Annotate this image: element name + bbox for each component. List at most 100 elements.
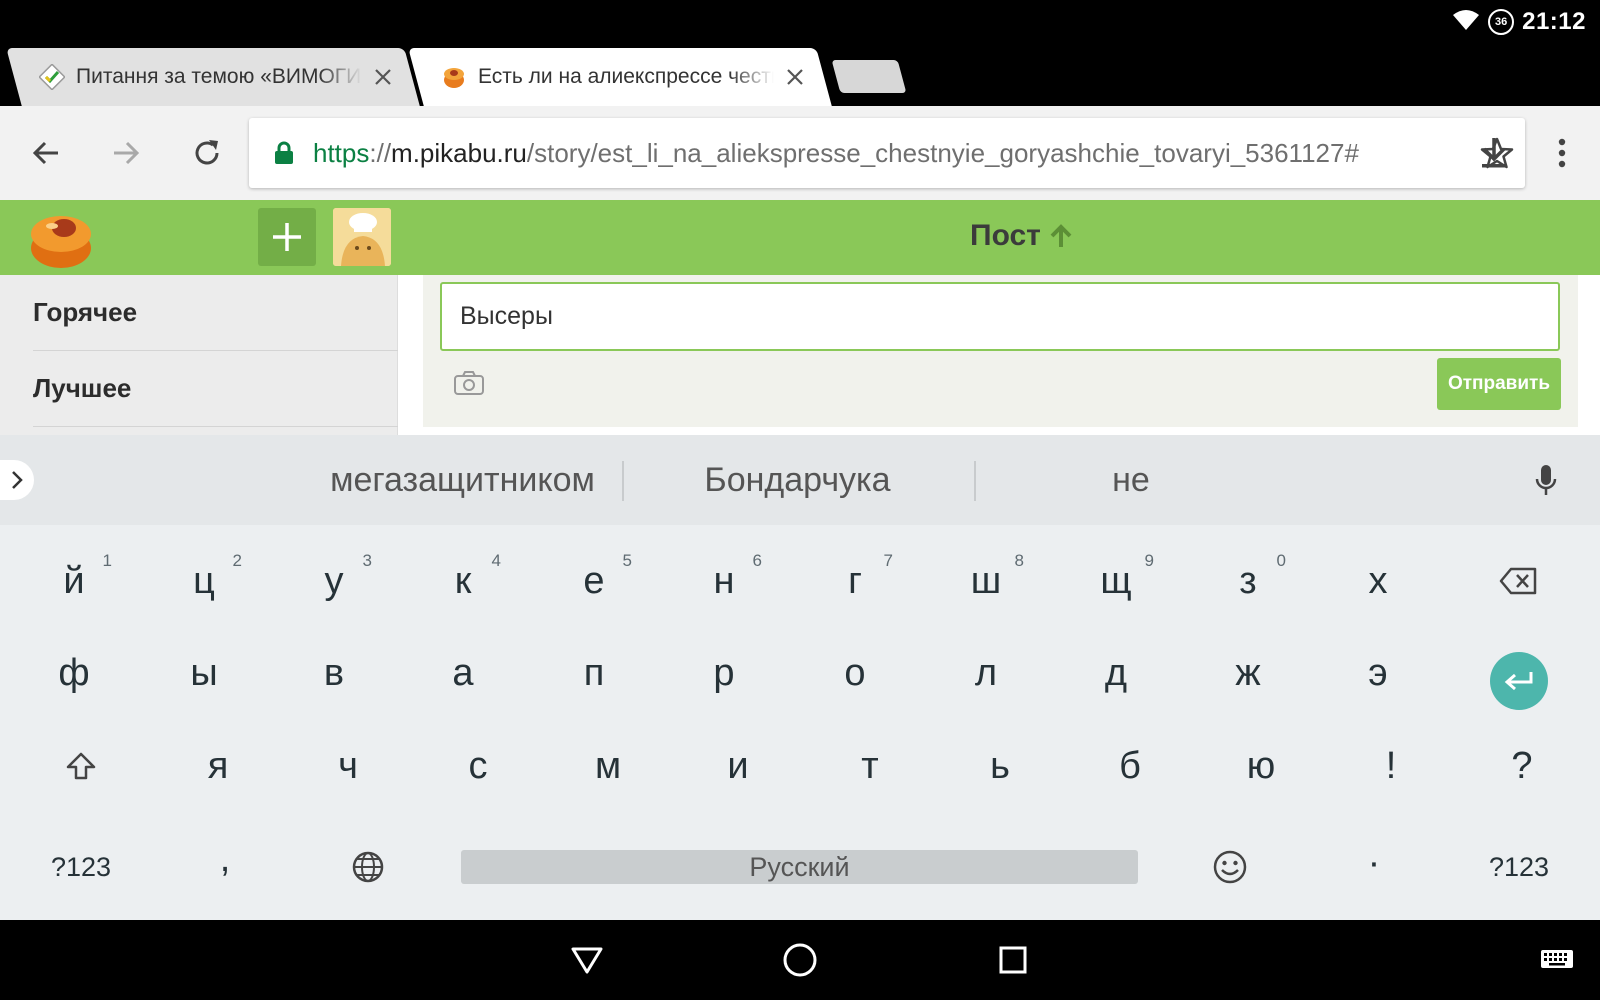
arrow-up-icon [1050,224,1072,247]
key-1[interactable]: й1 [10,535,138,627]
comment-form: Высеры Отправить [423,275,1578,427]
site-header: Пост [0,200,1600,275]
key-6[interactable]: н6 [660,535,788,627]
wifi-icon [1452,8,1480,37]
avatar[interactable] [333,208,391,266]
shift-icon[interactable] [17,720,145,812]
key-9[interactable]: щ9 [1052,535,1180,627]
more-menu-icon[interactable] [1537,128,1587,178]
key-label: х [1368,559,1388,602]
key-8[interactable]: ш8 [922,535,1050,627]
suggestion-divider [622,461,624,501]
add-post-button[interactable] [258,208,316,266]
key-row3-8[interactable]: б [1066,720,1194,812]
symbols-key[interactable]: ?123 [17,821,145,913]
key-row2-8[interactable]: л [922,627,1050,719]
data-saver-icon: 36 [1488,9,1515,35]
key-11[interactable]: х [1314,535,1442,627]
key-row2-11[interactable]: э [1314,627,1442,719]
key-row3-5[interactable]: и [674,720,802,812]
key-hint: 5 [622,551,632,570]
suggestion-2[interactable]: Бондарчука [640,435,955,525]
key-row2-5[interactable]: п [530,627,658,719]
key-hint: 7 [883,551,893,570]
key-label: н [713,559,735,602]
suggestion-3[interactable]: не [990,435,1272,525]
sidebar-item-best[interactable]: Лучшее [33,351,398,427]
page-title[interactable]: Пост [970,219,1073,253]
home-icon[interactable] [778,938,822,982]
key-5[interactable]: е5 [530,535,658,627]
recents-icon[interactable] [991,938,1035,982]
key-hint: 4 [491,551,501,570]
space-key[interactable]: Русский [461,850,1138,884]
tab-inactive[interactable]: Питання за темою «ВИМОГИ [6,48,420,106]
key-row2-9[interactable]: д [1052,627,1180,719]
android-screen: 36 21:12 Питання за темою «ВИМОГИ Есть л… [0,0,1600,1000]
key-row3-3[interactable]: с [414,720,542,812]
back-button[interactable] [21,128,71,178]
globe-icon[interactable] [304,821,432,913]
address-bar[interactable]: https://m.pikabu.ru/story/est_li_na_alie… [249,118,1525,188]
soft-keyboard: мегазащитником Бондарчука не й1ц2у3к4е5н… [0,435,1600,920]
key-label: ц [193,559,215,602]
browser-toolbar: https://m.pikabu.ru/story/est_li_na_alie… [0,106,1600,200]
key-row3-11[interactable]: ? [1458,720,1586,812]
key-row3-10[interactable]: ! [1327,720,1455,812]
enter-button[interactable] [1455,635,1583,727]
key-row3-7[interactable]: ь [936,720,1064,812]
suggestion-divider [974,461,976,501]
lock-icon [269,138,299,168]
key-3[interactable]: у3 [270,535,398,627]
comma-key[interactable]: , [161,813,289,905]
clock: 21:12 [1522,8,1586,35]
reload-button[interactable] [182,128,232,178]
key-2[interactable]: ц2 [140,535,268,627]
symbols-key-right[interactable]: ?123 [1455,821,1583,913]
page-content: Горячее Лучшее Высеры Отправить [0,275,1600,435]
close-icon[interactable] [780,62,810,92]
back-triangle-icon[interactable] [565,938,609,982]
chevron-right-icon[interactable] [0,460,34,500]
pikabu-logo[interactable] [28,206,96,270]
emoji-icon[interactable] [1166,821,1294,913]
new-tab-button[interactable] [831,60,907,93]
key-label: ш [970,559,1002,602]
key-7[interactable]: г7 [791,535,919,627]
key-label: з [1239,559,1257,602]
key-row2-10[interactable]: ж [1184,627,1312,719]
tab-title: Питання за темою «ВИМОГИ [76,65,362,88]
key-row3-1[interactable]: я [154,720,282,812]
tab-active[interactable]: Есть ли на алиекспрессе честные [408,48,832,106]
key-row3-6[interactable]: т [806,720,934,812]
key-label: г [848,559,862,602]
key-label: к [454,559,472,602]
send-button[interactable]: Отправить [1437,358,1561,410]
key-row2-1[interactable]: ф [10,627,138,719]
forward-button[interactable] [101,128,151,178]
key-hint: 1 [102,551,112,570]
comment-input[interactable]: Высеры [440,282,1560,351]
period-key[interactable]: · [1310,817,1438,909]
key-10[interactable]: з0 [1184,535,1312,627]
key-label: щ [1100,559,1132,602]
key-row2-7[interactable]: о [791,627,919,719]
key-row2-4[interactable]: а [399,627,527,719]
sidebar-item-hot[interactable]: Горячее [33,275,398,351]
camera-icon[interactable] [452,366,486,400]
key-hint: 8 [1014,551,1024,570]
key-row2-6[interactable]: р [660,627,788,719]
key-row2-2[interactable]: ы [140,627,268,719]
download-icon[interactable] [1469,128,1519,178]
tab-title: Есть ли на алиекспрессе честные [478,65,774,88]
key-row3-9[interactable]: ю [1197,720,1325,812]
key-row3-4[interactable]: м [544,720,672,812]
key-row2-3[interactable]: в [270,627,398,719]
key-row3-2[interactable]: ч [284,720,412,812]
keyboard-switch-icon[interactable] [1535,938,1579,982]
backspace-icon[interactable] [1455,535,1583,627]
suggestion-1[interactable]: мегазащитником [300,435,625,525]
key-4[interactable]: к4 [399,535,527,627]
close-icon[interactable] [368,62,398,92]
microphone-icon[interactable] [1528,459,1564,501]
